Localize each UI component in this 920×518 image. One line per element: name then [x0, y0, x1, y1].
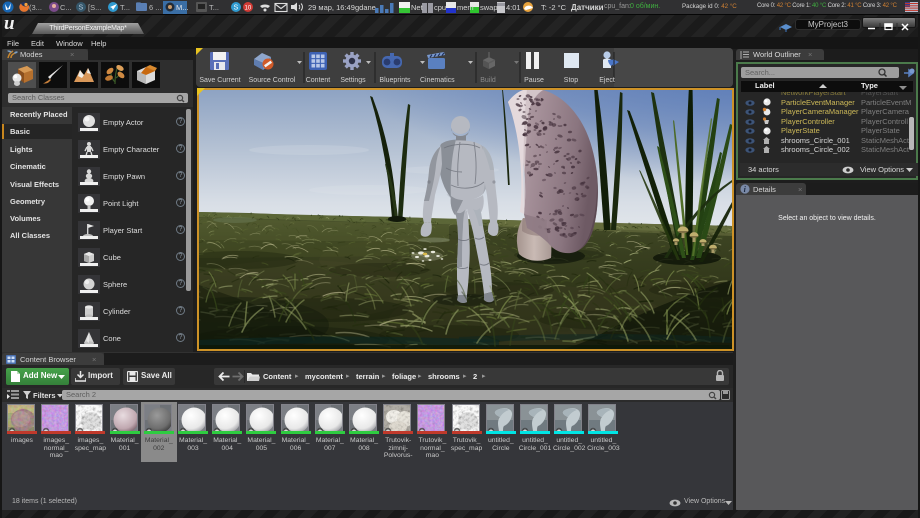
svg-text:10: 10 — [245, 6, 252, 12]
svg-text:S: S — [79, 5, 84, 12]
svg-text:S: S — [234, 5, 239, 12]
